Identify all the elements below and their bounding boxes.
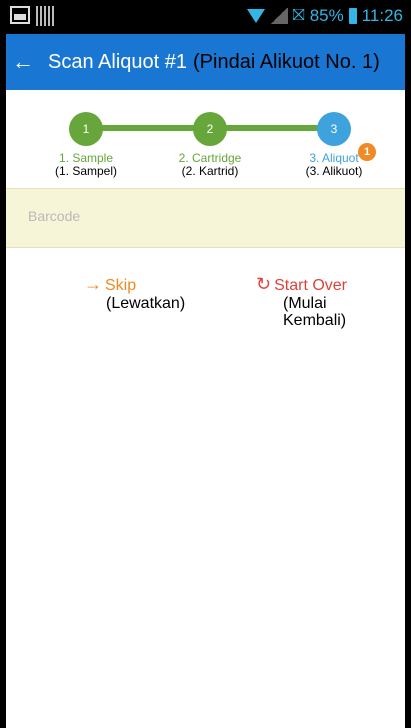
barcode-field-container bbox=[6, 188, 405, 248]
step-2-label: 2. Cartridge (2. Kartrid) bbox=[160, 152, 260, 178]
clock: 11:26 bbox=[361, 6, 403, 25]
skip-translation: (Lewatkan) bbox=[106, 295, 186, 312]
start-over-label: Start Over bbox=[274, 277, 347, 294]
step-1-label: 1. Sample (1. Sampel) bbox=[36, 152, 136, 178]
step-2-label-id: (2. Kartrid) bbox=[181, 164, 239, 178]
step-3-number: 3 bbox=[330, 122, 338, 136]
page-title-translation: (Pindai Alikuot No. 1) bbox=[193, 50, 380, 73]
skip-label: Skip bbox=[105, 277, 137, 294]
stepper: 1 2 3 1 1. Sample (1. Sampel) 2. Cartrid… bbox=[6, 90, 405, 188]
wifi-icon bbox=[246, 9, 265, 23]
step-3-label: 3. Aliquot (3. Alikuot) bbox=[284, 152, 384, 178]
app-bar: ← Scan Aliquot #1 (Pindai Alikuot No. 1) bbox=[6, 34, 405, 90]
page-title: Scan Aliquot #1 bbox=[48, 50, 187, 73]
battery-icon bbox=[348, 8, 357, 24]
step-3-label-id: (3. Alikuot) bbox=[305, 164, 363, 178]
step-1-number: 1 bbox=[82, 122, 90, 136]
barcode-icon bbox=[36, 6, 56, 26]
skip-button[interactable]: → Skip (Lewatkan) bbox=[84, 274, 185, 312]
start-over-translation-line1: (Mulai bbox=[283, 295, 327, 312]
back-arrow-icon[interactable]: ← bbox=[12, 51, 34, 73]
cell-signal-icon bbox=[269, 8, 288, 24]
image-icon bbox=[10, 6, 30, 24]
network-icon: ⛝ bbox=[292, 7, 305, 24]
battery-percent: 85% bbox=[309, 6, 344, 25]
refresh-icon: ↻ bbox=[256, 274, 272, 294]
start-over-translation-line2: Kembali) bbox=[283, 312, 347, 329]
step-3-circle[interactable]: 3 bbox=[317, 112, 351, 146]
status-bar: ⛝ 85% 11:26 bbox=[6, 0, 405, 34]
step-1-circle[interactable]: 1 bbox=[69, 112, 103, 146]
step-1-label-id: (1. Sampel) bbox=[54, 164, 118, 178]
barcode-input[interactable] bbox=[26, 207, 360, 225]
screen: ⛝ 85% 11:26 ← Scan Aliquot #1 (Pindai Al… bbox=[6, 0, 405, 728]
arrow-right-icon: → bbox=[84, 274, 102, 294]
step-2-circle[interactable]: 2 bbox=[193, 112, 227, 146]
step-2-number: 2 bbox=[206, 122, 214, 136]
start-over-button[interactable]: ↻ Start Over (Mulai Kembali) bbox=[256, 274, 347, 329]
